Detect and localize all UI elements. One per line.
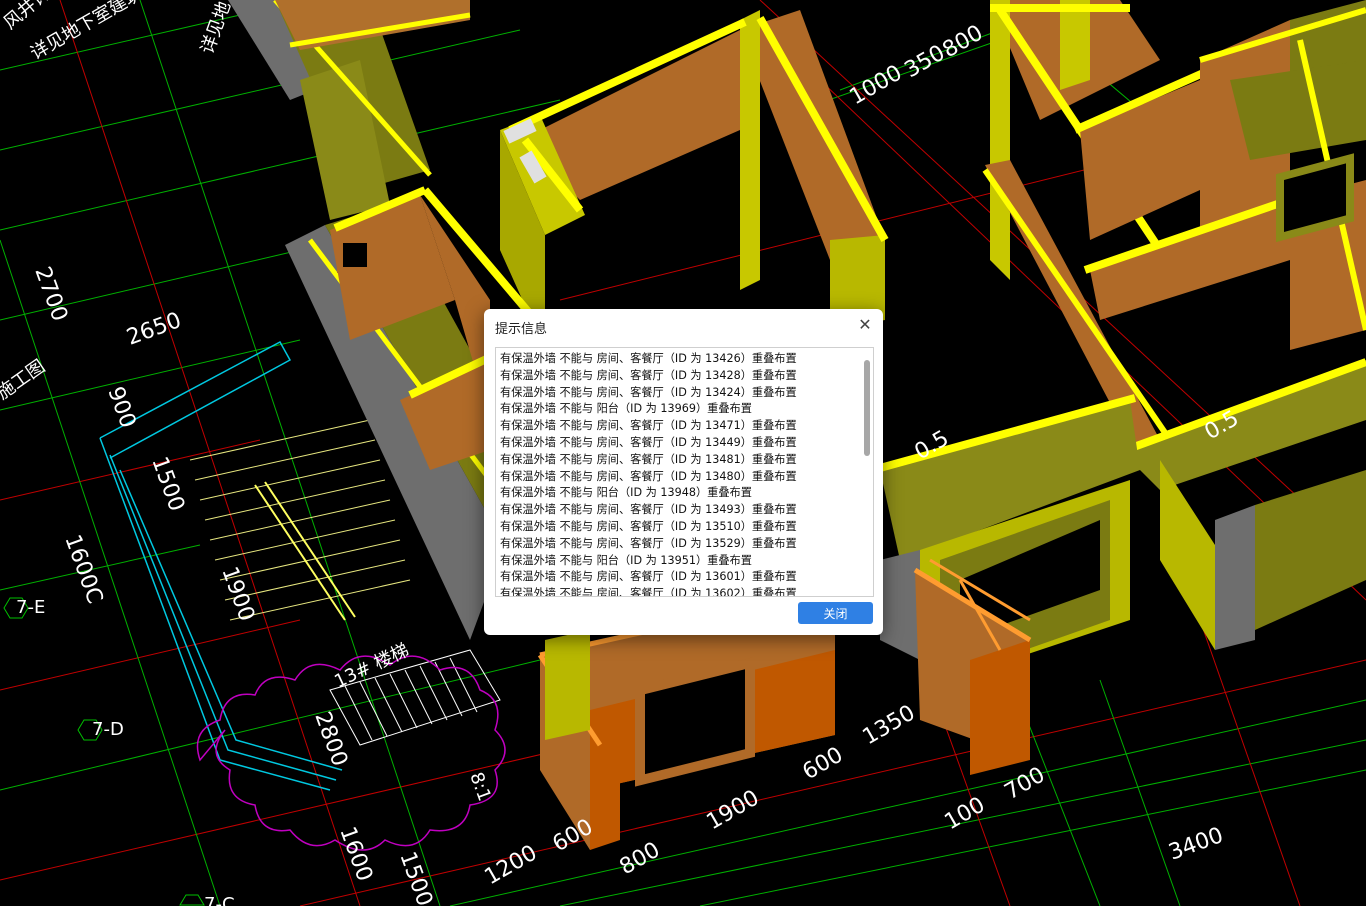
svg-text:7-D: 7-D	[92, 719, 124, 740]
svg-text:1600: 1600	[334, 824, 377, 885]
list-item: 有保温外墙 不能与 阳台（ID 为 13951）重叠布置	[500, 553, 752, 567]
svg-text:600: 600	[799, 743, 848, 786]
svg-text:700: 700	[1001, 763, 1050, 806]
svg-text:3400: 3400	[1166, 823, 1227, 866]
list-item: 有保温外墙 不能与 房间、客餐厅（ID 为 13426）重叠布置	[500, 352, 797, 365]
svg-text:1900: 1900	[703, 786, 764, 836]
list-item: 有保温外墙 不能与 房间、客餐厅（ID 为 13480）重叠布置	[500, 469, 797, 483]
svg-text:8:1: 8:1	[465, 770, 495, 804]
list-item: 有保温外墙 不能与 房间、客餐厅（ID 为 13471）重叠布置	[500, 419, 797, 433]
svg-text:800: 800	[616, 838, 665, 881]
svg-text:1000: 1000	[846, 61, 907, 111]
list-item: 有保温外墙 不能与 阳台（ID 为 13948）重叠布置	[500, 486, 752, 500]
dialog-title: 提示信息	[495, 322, 548, 337]
svg-text:900: 900	[102, 384, 140, 432]
message-list-box[interactable]: 有保温外墙 不能与 房间、客餐厅（ID 为 13426）重叠布置 有保温外墙 不…	[495, 347, 874, 597]
svg-text:2700: 2700	[29, 264, 72, 325]
list-item: 有保温外墙 不能与 房间、客餐厅（ID 为 13481）重叠布置	[500, 452, 797, 466]
close-icon[interactable]: ✕	[855, 315, 875, 335]
list-item: 有保温外墙 不能与 房间、客餐厅（ID 为 13601）重叠布置	[500, 570, 797, 584]
list-item: 有保温外墙 不能与 阳台（ID 为 13969）重叠布置	[500, 402, 752, 416]
svg-text:7-C: 7-C	[204, 894, 235, 906]
list-item: 有保温外墙 不能与 房间、客餐厅（ID 为 13428）重叠布置	[500, 368, 797, 382]
close-button[interactable]: 关闭	[798, 602, 873, 624]
svg-text:详见地: 详见地	[197, 0, 235, 57]
svg-text:2650: 2650	[124, 308, 185, 351]
svg-text:详见地下室建筑施工图: 详见地下室建筑施工图	[27, 0, 193, 64]
list-item: 有保温外墙 不能与 房间、客餐厅（ID 为 13602）重叠布置	[500, 587, 797, 597]
stair-outline	[99, 340, 343, 791]
list-item: 有保温外墙 不能与 房间、客餐厅（ID 为 13529）重叠布置	[500, 536, 797, 550]
message-dialog: 提示信息 ✕ 有保温外墙 不能与 房间、客餐厅（ID 为 13426）重叠布置 …	[484, 309, 883, 635]
list-item: 有保温外墙 不能与 房间、客餐厅（ID 为 13449）重叠布置	[500, 435, 797, 449]
svg-text:施工图: 施工图	[0, 356, 49, 404]
message-list: 有保温外墙 不能与 房间、客餐厅（ID 为 13426）重叠布置 有保温外墙 不…	[500, 351, 860, 597]
svg-text:1350: 1350	[859, 701, 920, 751]
list-item: 有保温外墙 不能与 房间、客餐厅（ID 为 13493）重叠布置	[500, 503, 797, 517]
svg-text:1500: 1500	[146, 454, 189, 515]
list-item: 有保温外墙 不能与 房间、客餐厅（ID 为 13424）重叠布置	[500, 385, 797, 399]
svg-text:7-E: 7-E	[16, 597, 45, 618]
svg-text:1200: 1200	[481, 841, 542, 891]
list-item: 有保温外墙 不能与 房间、客餐厅（ID 为 13510）重叠布置	[500, 519, 797, 533]
scrollbar-thumb[interactable]	[864, 360, 870, 456]
